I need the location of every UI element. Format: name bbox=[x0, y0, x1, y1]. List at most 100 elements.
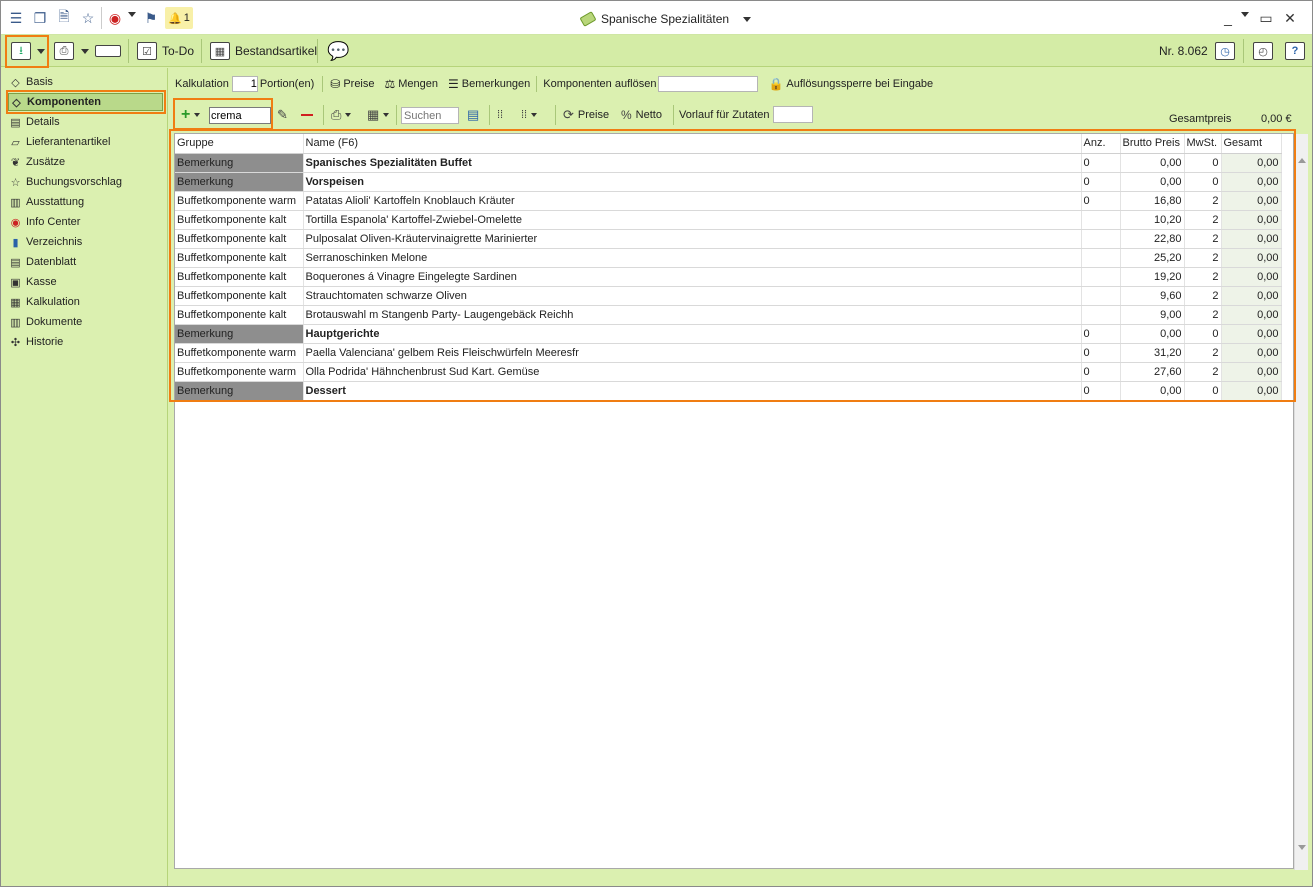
sidebar-item-label: Historie bbox=[26, 336, 64, 348]
bemerkungen-button[interactable]: ☰ Bemerkungen bbox=[448, 77, 530, 91]
netto-button[interactable]: % Netto bbox=[621, 106, 662, 124]
sidebar: ◇ Basis ◇ Komponenten ▤ Details ▱ Liefer… bbox=[1, 68, 168, 886]
bookmark-icon[interactable]: ⚑ bbox=[142, 9, 160, 27]
print-grid-button[interactable]: ⎙ bbox=[331, 106, 352, 124]
sidebar-item-historie[interactable]: ✣ Historie bbox=[9, 333, 63, 351]
portions-label: Portion(en) bbox=[259, 78, 315, 90]
sidebar-item-zusaetze[interactable]: ❦ Zusätze bbox=[9, 153, 65, 171]
collapse-button[interactable]: ⁞⁞ bbox=[521, 106, 538, 124]
sidebar-item-label: Kalkulation bbox=[26, 296, 80, 308]
netto-label: Netto bbox=[635, 109, 662, 121]
sidebar-item-buchungsvorschlag[interactable]: ☆ Buchungsvorschlag bbox=[9, 173, 122, 191]
scale-icon: ⚖ bbox=[384, 77, 396, 91]
preise-button[interactable]: ⛁ Preise bbox=[330, 77, 374, 91]
notification-bell[interactable]: 🔔 1 bbox=[165, 7, 193, 29]
bell-icon: 🔔 bbox=[168, 12, 182, 25]
timer-button[interactable]: ◴ bbox=[1253, 39, 1273, 63]
kalkulation-label: Kalkulation bbox=[175, 78, 229, 90]
columns-button[interactable]: ▦ bbox=[367, 106, 390, 124]
scroll-up-arrow-icon[interactable] bbox=[1298, 158, 1306, 163]
bemerkungen-label: Bemerkungen bbox=[461, 78, 531, 90]
sidebar-item-info-center[interactable]: ◉ Info Center bbox=[9, 213, 81, 231]
minimize-button[interactable]: _ bbox=[1219, 9, 1237, 27]
star-icon: ☆ bbox=[10, 176, 21, 189]
comments-button[interactable]: 💬 bbox=[327, 39, 349, 63]
close-button[interactable]: ✕ bbox=[1281, 9, 1299, 27]
expand-button[interactable]: ⁞⁞ bbox=[497, 106, 503, 124]
sidebar-item-dokumente[interactable]: ▥ Dokumente bbox=[9, 313, 82, 331]
aufloesungssperre-label: Auflösungssperre bei Eingabe bbox=[786, 78, 934, 90]
komponenten-aufloesen-field[interactable] bbox=[658, 76, 759, 92]
box-icon: ▦ bbox=[210, 42, 230, 60]
sidebar-item-ausstattung[interactable]: ▥ Ausstattung bbox=[9, 193, 84, 211]
sidebar-item-lieferantenartikel[interactable]: ▱ Lieferantenartikel bbox=[9, 133, 110, 151]
bestandsartikel-button[interactable]: ▦ Bestandsartikel bbox=[210, 39, 317, 63]
chevron-down-icon[interactable] bbox=[128, 12, 136, 17]
divider bbox=[322, 76, 324, 92]
divider bbox=[536, 76, 538, 92]
history-calendar-button[interactable]: ◷ bbox=[1215, 39, 1235, 63]
mengen-button[interactable]: ⚖ Mengen bbox=[385, 77, 439, 91]
recent-documents-icon[interactable]: 🗎 bbox=[55, 8, 73, 27]
divider bbox=[101, 7, 102, 29]
hamburger-menu-icon[interactable]: ☰ bbox=[7, 9, 25, 27]
aufloesungssperre-toggle[interactable]: 🔒 Auflösungssperre bei Eingabe bbox=[768, 77, 933, 91]
mengen-label: Mengen bbox=[398, 78, 439, 90]
chevron-down-icon[interactable] bbox=[37, 49, 45, 54]
chevron-down-icon[interactable] bbox=[81, 49, 89, 54]
sidebar-item-details[interactable]: ▤ Details bbox=[9, 113, 59, 131]
help-icon: ? bbox=[1285, 42, 1305, 60]
chevron-down-icon[interactable] bbox=[1241, 12, 1249, 17]
sidebar-item-komponenten[interactable]: ◇ Komponenten bbox=[8, 93, 163, 111]
vorlauf-input[interactable] bbox=[773, 106, 813, 123]
register-icon: ▣ bbox=[10, 276, 21, 289]
edit-button[interactable]: ✎ bbox=[277, 106, 288, 124]
bestandsartikel-label: Bestandsartikel bbox=[235, 44, 318, 58]
refresh-prices-button[interactable]: ⟳ Preise bbox=[563, 106, 609, 124]
save-button[interactable]: ⭳ bbox=[11, 39, 31, 63]
todo-button[interactable]: ☑ To-Do bbox=[137, 39, 194, 63]
toolbar-separator bbox=[489, 105, 490, 125]
refresh-prices-label: Preise bbox=[577, 109, 610, 121]
sheet-icon: ▤ bbox=[10, 256, 21, 269]
chevron-down-icon[interactable] bbox=[743, 16, 752, 22]
table-search-icon: ▤ bbox=[467, 107, 480, 122]
save-arrow-icon: ⭳ bbox=[11, 42, 31, 60]
print-button[interactable]: ⎙ bbox=[54, 39, 74, 63]
chevron-down-icon bbox=[383, 113, 390, 117]
maximize-button[interactable]: ▭ bbox=[1257, 9, 1275, 27]
vertical-scrollbar[interactable] bbox=[1294, 134, 1308, 870]
tag-icon: ◇ bbox=[12, 96, 21, 109]
add-component-input[interactable] bbox=[209, 107, 271, 124]
portions-input[interactable] bbox=[231, 76, 258, 92]
lock-icon: 🔒 bbox=[768, 77, 784, 91]
search-input[interactable] bbox=[401, 107, 459, 124]
sidebar-item-label: Verzeichnis bbox=[26, 236, 83, 248]
scroll-down-arrow-icon[interactable] bbox=[1298, 845, 1306, 850]
printer-icon: ⎙ bbox=[54, 42, 74, 60]
sidebar-item-kalkulation[interactable]: ▦ Kalkulation bbox=[9, 293, 80, 311]
add-button[interactable]: + bbox=[181, 106, 201, 124]
search-options-button[interactable]: ▤ bbox=[467, 106, 479, 124]
compass-icon[interactable]: ◉ bbox=[106, 9, 124, 27]
gesamtpreis-value: 0,00 € bbox=[1261, 110, 1292, 128]
sidebar-item-datenblatt[interactable]: ▤ Datenblatt bbox=[9, 253, 76, 271]
favorites-icon[interactable]: ☆ bbox=[79, 9, 97, 27]
grid-columns-icon: ▦ bbox=[367, 107, 380, 122]
toolbar-separator bbox=[396, 105, 397, 125]
remove-button[interactable] bbox=[301, 106, 313, 124]
window-title[interactable]: Spanische Spezialitäten bbox=[579, 10, 752, 28]
sidebar-item-label: Basis bbox=[26, 76, 53, 88]
expand-tree-icon: ⁞⁞ bbox=[497, 109, 504, 121]
highlight-table-rows bbox=[169, 129, 1296, 402]
help-button[interactable]: ? bbox=[1285, 39, 1305, 63]
windows-icon[interactable]: ❐ bbox=[31, 9, 49, 27]
printer-icon: ⎙ bbox=[331, 107, 342, 122]
transfer-button[interactable] bbox=[95, 39, 121, 63]
sidebar-item-basis[interactable]: ◇ Basis bbox=[9, 73, 53, 91]
toolbar-separator bbox=[201, 39, 202, 63]
sidebar-item-verzeichnis[interactable]: ▮ Verzeichnis bbox=[9, 233, 82, 251]
sidebar-item-kasse[interactable]: ▣ Kasse bbox=[9, 273, 56, 291]
main-toolbar: ⭳ ⎙ ☑ To-Do ▦ Bestandsartikel 💬 Nr. 8.06… bbox=[1, 35, 1312, 68]
speech-bubble-icon: 💬 bbox=[327, 40, 350, 61]
